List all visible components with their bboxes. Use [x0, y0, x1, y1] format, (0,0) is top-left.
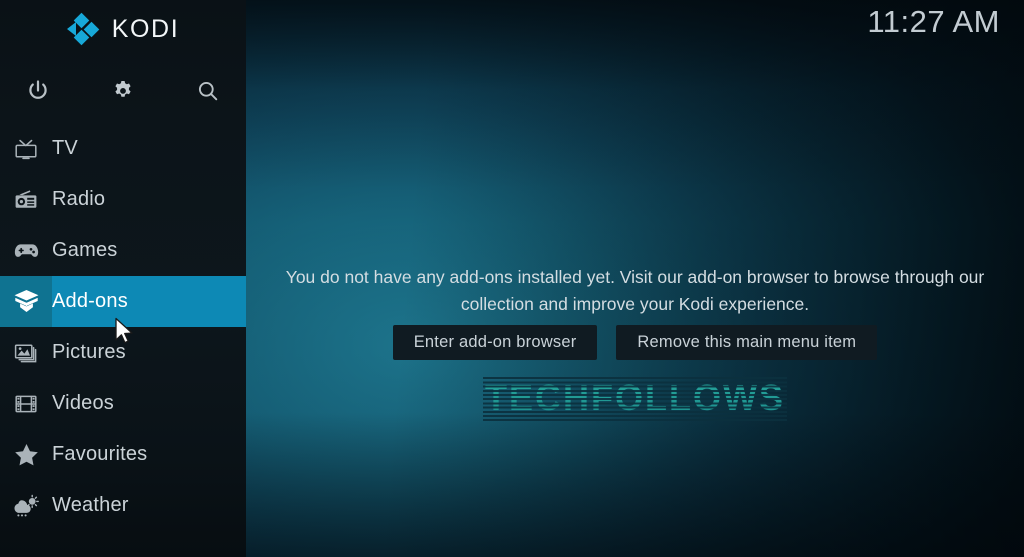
main-content-area: You do not have any add-ons installed ye… — [246, 0, 1024, 557]
film-icon — [0, 378, 52, 429]
sidebar-item-radio[interactable]: Radio — [0, 174, 246, 225]
sidebar-item-label: Add-ons — [52, 290, 128, 312]
app-logo[interactable]: KODI — [0, 0, 246, 58]
remove-main-menu-item-button[interactable]: Remove this main menu item — [616, 325, 878, 360]
sidebar-item-addons[interactable]: Add-ons — [0, 276, 246, 327]
sidebar-menu: TV Radio Games Add-ons Pictures Videos F… — [0, 123, 246, 531]
sidebar-item-label: Games — [52, 239, 118, 261]
sidebar-item-tv[interactable]: TV — [0, 123, 246, 174]
kodi-logo-icon — [66, 12, 101, 46]
sidebar-item-label: TV — [52, 137, 78, 159]
enter-addon-browser-button[interactable]: Enter add-on browser — [392, 325, 598, 360]
clock: 11:27 AM — [867, 4, 1000, 39]
sidebar-item-label: Pictures — [52, 341, 126, 363]
radio-icon — [0, 174, 52, 225]
sidebar-item-favourites[interactable]: Favourites — [0, 429, 246, 480]
watermark-text: TECHFOLLOWS — [483, 375, 787, 421]
pictures-icon — [0, 327, 52, 378]
sidebar-item-label: Favourites — [52, 443, 148, 465]
search-button[interactable] — [170, 58, 246, 123]
search-icon — [196, 79, 220, 103]
sidebar-item-videos[interactable]: Videos — [0, 378, 246, 429]
sidebar: KODI TV Radio Games Add-ons Pictures Vid… — [0, 0, 246, 557]
sidebar-item-label: Weather — [52, 494, 129, 516]
sidebar-action-bar — [0, 58, 246, 123]
gamepad-icon — [0, 225, 52, 276]
tv-icon — [0, 123, 52, 174]
app-wordmark: KODI — [111, 14, 180, 43]
settings-button[interactable] — [85, 58, 161, 123]
star-icon — [0, 429, 52, 480]
power-icon — [26, 79, 50, 103]
sidebar-item-weather[interactable]: Weather — [0, 480, 246, 531]
sidebar-item-label: Videos — [52, 392, 114, 414]
sidebar-item-pictures[interactable]: Pictures — [0, 327, 246, 378]
addons-box-icon — [0, 276, 52, 327]
watermark: TECHFOLLOWS — [246, 375, 1024, 421]
content-action-buttons: Enter add-on browser Remove this main me… — [246, 325, 1024, 360]
gear-icon — [111, 79, 135, 103]
power-button[interactable] — [0, 58, 76, 123]
empty-state-message: You do not have any add-ons installed ye… — [285, 267, 985, 314]
weather-icon — [0, 480, 52, 531]
sidebar-item-games[interactable]: Games — [0, 225, 246, 276]
sidebar-item-label: Radio — [52, 188, 106, 210]
